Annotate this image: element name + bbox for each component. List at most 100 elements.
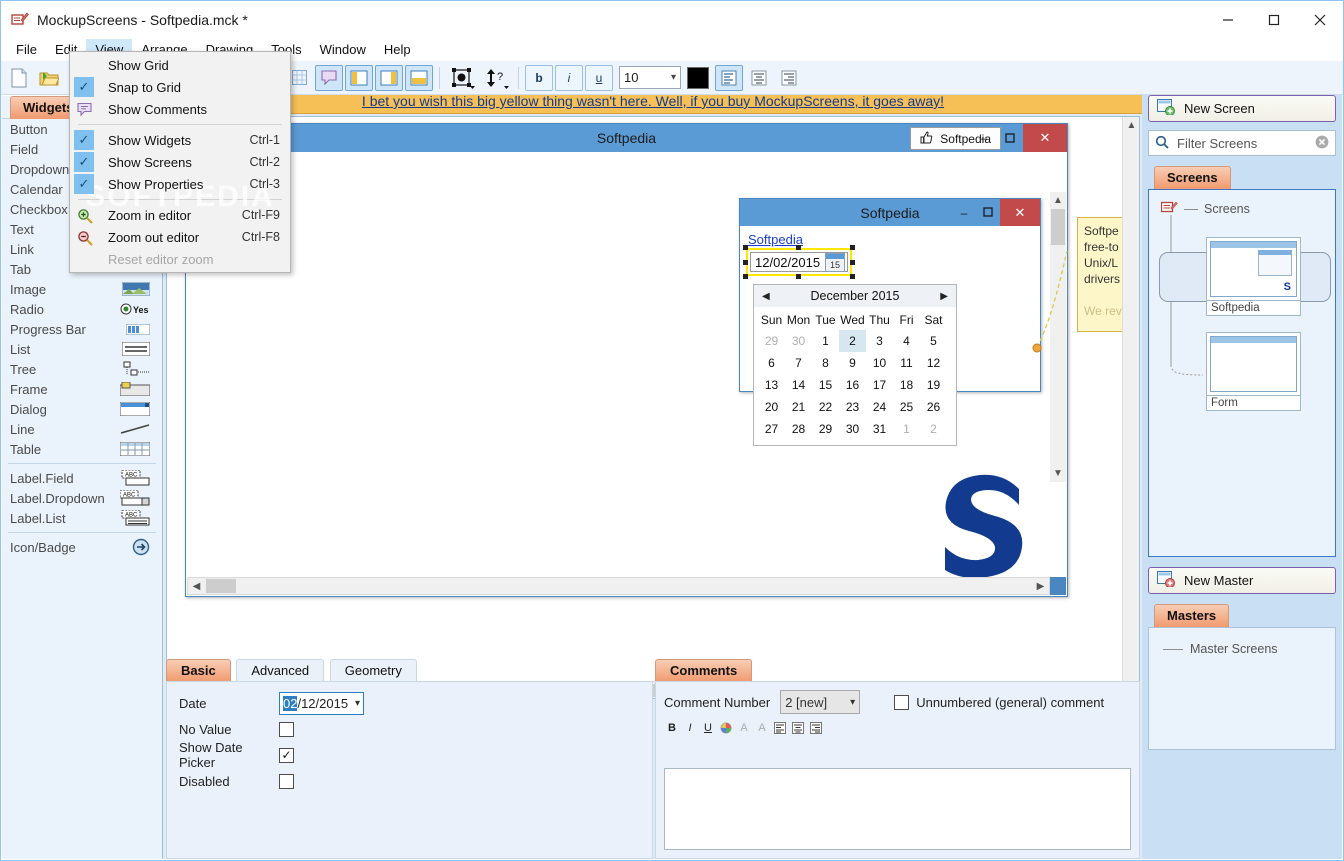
widget-item-table[interactable]: Table	[2, 439, 162, 459]
calendar-day[interactable]: 30	[785, 330, 812, 352]
resize-handle-e[interactable]	[850, 260, 855, 265]
calendar-day[interactable]: 17	[866, 374, 893, 396]
comment-text-area[interactable]	[664, 768, 1131, 850]
menu-window[interactable]: Window	[311, 39, 375, 61]
resize-handle-se[interactable]	[850, 274, 855, 279]
calendar-day[interactable]: 29	[758, 330, 785, 352]
widget-item-image[interactable]: Image	[2, 279, 162, 299]
grow-font-button[interactable]: A	[736, 720, 752, 736]
calendar-day[interactable]: 22	[812, 396, 839, 418]
calendar-popup[interactable]: ◀ December 2015 ▶ Sun Mon Tue Wed Thu Fr…	[753, 284, 957, 446]
align-center-icon[interactable]	[745, 65, 773, 91]
new-file-icon[interactable]	[5, 65, 33, 91]
widget-item-frame[interactable]: Frame	[2, 379, 162, 399]
canvas[interactable]: Softpedia Softpedia – ✕ Softpedia – ✕ So…	[167, 117, 1139, 698]
scrollbar-thumb-h[interactable]	[206, 579, 236, 593]
calendar-day[interactable]: 14	[785, 374, 812, 396]
calendar-day[interactable]: 6	[758, 352, 785, 374]
unnumbered-comment-checkbox[interactable]	[894, 694, 910, 710]
close-button[interactable]	[1297, 1, 1343, 39]
canvas-scroll-up-arrow[interactable]: ▲	[1123, 117, 1139, 134]
calendar-day[interactable]: 12	[920, 352, 947, 374]
calendar-picker-icon[interactable]: 15	[825, 252, 845, 272]
no-value-checkbox[interactable]	[279, 721, 294, 737]
tab-geometry[interactable]: Geometry	[329, 659, 417, 682]
filter-screens-input[interactable]: Filter Screens	[1148, 130, 1336, 156]
scroll-down-arrow[interactable]: ▼	[1050, 465, 1066, 482]
mockup-window-outer[interactable]: Softpedia Softpedia – ✕ Softpedia – ✕ So…	[185, 123, 1068, 597]
calendar-next-arrow[interactable]: ▶	[940, 291, 948, 302]
menu-item-show-widgets[interactable]: ✓ Show Widgets Ctrl-1	[70, 129, 290, 151]
calendar-day[interactable]: 1	[812, 330, 839, 352]
widget-item-label-list[interactable]: Label.List ABC	[2, 508, 162, 528]
promo-banner-link[interactable]: I bet you wish this big yellow thing was…	[362, 93, 944, 109]
calendar-day[interactable]: 1	[893, 418, 920, 440]
calendar-day[interactable]: 11	[893, 352, 920, 374]
mockup-inner-link[interactable]: Softpedia	[748, 232, 803, 247]
calendar-day[interactable]: 3	[866, 330, 893, 352]
scroll-right-arrow[interactable]: ▶	[1032, 578, 1049, 594]
widget-item-label-field[interactable]: Label.Field ABC	[2, 468, 162, 488]
calendar-day[interactable]: 27	[758, 418, 785, 440]
bold-button[interactable]: b	[525, 64, 553, 91]
shrink-font-button[interactable]: A	[754, 720, 770, 736]
calendar-day[interactable]: 30	[839, 418, 866, 440]
date-value-select[interactable]: 02/12/2015 ▾	[279, 691, 364, 715]
calendar-day[interactable]: 15	[812, 374, 839, 396]
clear-icon[interactable]	[1315, 135, 1329, 152]
widget-item-radio[interactable]: Radio Yes	[2, 299, 162, 319]
widget-item-dialog[interactable]: Dialog	[2, 399, 162, 419]
scroll-left-arrow[interactable]: ◀	[188, 578, 205, 594]
widget-item-tree[interactable]: Tree	[2, 359, 162, 379]
open-folder-icon[interactable]	[35, 65, 63, 91]
menu-item-zoom-in-editor[interactable]: Zoom in editor Ctrl-F9	[70, 204, 290, 226]
calendar-day[interactable]: 19	[920, 374, 947, 396]
calendar-day[interactable]: 13	[758, 374, 785, 396]
canvas-vertical-scrollbar[interactable]: ▲ ▼	[1122, 117, 1139, 698]
comment-bubble-icon[interactable]	[315, 64, 343, 91]
calendar-day[interactable]: 9	[839, 352, 866, 374]
font-size-select[interactable]: 10 ▾	[619, 66, 681, 89]
calendar-day[interactable]: 20	[758, 396, 785, 418]
calendar-prev-arrow[interactable]: ◀	[762, 291, 770, 302]
widget-item-icon-badge[interactable]: Icon/Badge	[2, 537, 162, 557]
calendar-day[interactable]: 7	[785, 352, 812, 374]
z-order-icon[interactable]: ?	[480, 65, 512, 91]
widget-item-list[interactable]: List	[2, 339, 162, 359]
mockup-inner-minimize[interactable]: –	[952, 199, 976, 226]
mockup-outer-close[interactable]: ✕	[1023, 124, 1067, 152]
widget-item-line[interactable]: Line	[2, 419, 162, 439]
panel-left-icon[interactable]	[345, 64, 373, 91]
menu-item-show-comments[interactable]: Show Comments	[70, 98, 290, 120]
minimize-button[interactable]	[1205, 1, 1251, 39]
view-menu-popup[interactable]: SOFTPEDIA Show Grid ✓ Snap to Grid Show …	[69, 51, 291, 273]
text-color-button[interactable]	[718, 720, 734, 736]
unnumbered-comment-row[interactable]: Unnumbered (general) comment	[894, 694, 1104, 710]
calendar-day[interactable]: 21	[785, 396, 812, 418]
menu-help[interactable]: Help	[375, 39, 420, 61]
panel-right-icon[interactable]	[375, 64, 403, 91]
align-center-button[interactable]	[790, 720, 806, 736]
calendar-day[interactable]: 23	[839, 396, 866, 418]
calendar-day-selected[interactable]: 2	[839, 330, 866, 352]
resize-handle-s[interactable]	[796, 274, 801, 279]
bold-button[interactable]: B	[664, 720, 680, 736]
calendar-day[interactable]: 5	[920, 330, 947, 352]
italic-button[interactable]: I	[682, 720, 698, 736]
calendar-day[interactable]: 26	[920, 396, 947, 418]
align-right-button[interactable]	[808, 720, 824, 736]
calendar-day[interactable]: 28	[785, 418, 812, 440]
tab-screens[interactable]: Screens	[1154, 166, 1231, 189]
calendar-day[interactable]: 18	[893, 374, 920, 396]
show-date-picker-checkbox[interactable]: ✓	[279, 747, 294, 763]
mockup-inner-close[interactable]: ✕	[1000, 199, 1040, 226]
italic-button[interactable]: i	[555, 64, 583, 91]
mockup-inner-maximize[interactable]	[976, 199, 1000, 226]
calendar-day[interactable]: 10	[866, 352, 893, 374]
resize-handle-sw[interactable]	[743, 274, 748, 279]
calendar-day[interactable]: 8	[812, 352, 839, 374]
mockup-outer-maximize[interactable]	[997, 124, 1023, 152]
outer-horizontal-scrollbar[interactable]: ◀ ▶	[187, 577, 1050, 595]
masters-tree-root[interactable]: Master Screens	[1163, 642, 1278, 656]
maximize-button[interactable]	[1251, 1, 1297, 39]
